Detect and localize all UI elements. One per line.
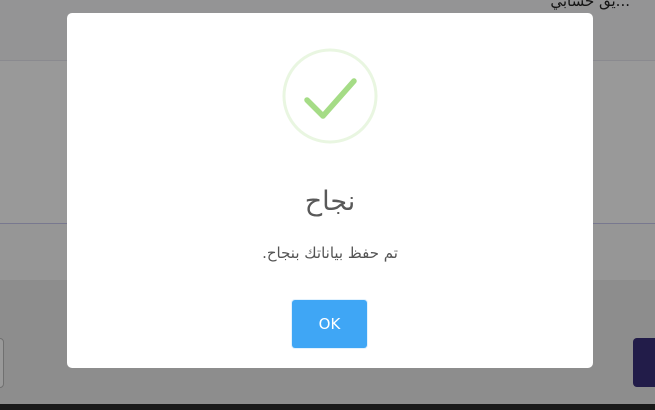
dialog-message: تم حفظ بياناتك بنجاح. xyxy=(262,244,398,262)
ok-button[interactable]: OK xyxy=(292,300,367,348)
page: ...يق حسابي نجاح تم حفظ بياناتك بنجاح. O… xyxy=(0,0,655,410)
dialog-title: نجاح xyxy=(304,186,356,217)
success-dialog: نجاح تم حفظ بياناتك بنجاح. OK xyxy=(67,13,593,368)
success-check-icon xyxy=(282,48,378,144)
